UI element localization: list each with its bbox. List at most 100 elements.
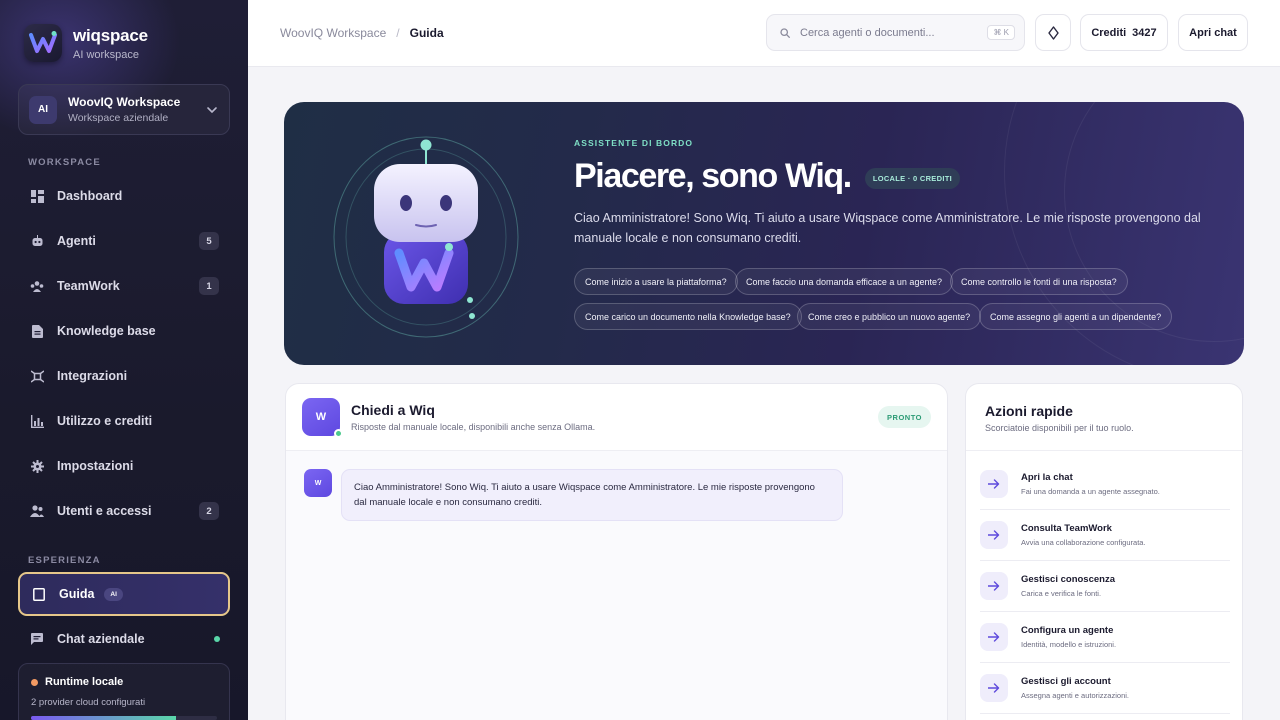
quick-actions-subtitle: Scorciatoie disponibili per il tuo ruolo… <box>985 423 1134 433</box>
sidebar-item-label: Utenti e accessi <box>57 504 152 518</box>
brand-logo <box>24 24 62 62</box>
credits-label: Crediti <box>1091 26 1127 39</box>
sidebar-item-label: Dashboard <box>57 189 123 203</box>
quick-action-manage-accounts[interactable]: Gestisci gli account Assegna agenti e aut… <box>980 663 1230 714</box>
sidebar-item-impostazioni[interactable]: Impostazioni <box>18 448 230 484</box>
quick-action-open-chat[interactable]: Apri la chat Fai una domanda a un agente … <box>980 459 1230 510</box>
credits-value: 3427 <box>1132 26 1157 39</box>
sidebar-item-label: Chat aziendale <box>57 632 145 646</box>
sidebar-item-dashboard[interactable]: Dashboard <box>18 178 230 214</box>
quick-action-configure-agent[interactable]: Configura un agente Identità, modello e i… <box>980 612 1230 663</box>
team-icon <box>30 279 44 293</box>
sidebar-item-label: Impostazioni <box>57 459 134 473</box>
sidebar-item-agenti[interactable]: Agenti 5 <box>18 223 230 259</box>
breadcrumb-separator: / <box>396 26 400 40</box>
integration-icon <box>30 369 44 383</box>
arrow-right-icon <box>980 623 1008 651</box>
quick-action-subtitle: Avvia una collaborazione configurata. <box>1021 538 1146 547</box>
search-placeholder: Cerca agenti o documenti... <box>800 26 935 39</box>
sidebar-item-label: Guida <box>59 587 95 601</box>
theme-toggle-button[interactable] <box>1035 14 1071 51</box>
avatar-letter: W <box>315 411 327 423</box>
brand-subtitle: AI workspace <box>73 48 140 61</box>
suggestion-chip[interactable]: Come creo e pubblico un nuovo agente? <box>797 303 982 330</box>
breadcrumb: WoovIQ Workspace / Guida <box>280 26 444 40</box>
runtime-progress-bar <box>31 716 217 720</box>
hero-title: Piacere, sono Wiq. <box>574 157 852 195</box>
search-input[interactable]: Cerca agenti o documenti... ⌘ K <box>766 14 1025 51</box>
book-icon <box>32 587 46 601</box>
sidebar-item-guida[interactable]: Guida AI <box>18 572 230 616</box>
section-label-esperienza: ESPERIENZA <box>28 555 101 566</box>
arrow-right-icon <box>980 470 1008 498</box>
assistant-message: Ciao Amministratore! Sono Wiq. Ti aiuto … <box>341 469 843 521</box>
wiq-avatar: W <box>302 398 343 438</box>
message-avatar: W <box>304 469 332 497</box>
robot-icon <box>30 234 44 248</box>
quick-action-subtitle: Identità, modello e istruzioni. <box>1021 640 1117 649</box>
sidebar-item-label: TeamWork <box>57 279 120 293</box>
document-icon <box>30 324 44 338</box>
brand[interactable]: wiqspace AI workspace <box>24 24 148 62</box>
breadcrumb-current: Guida <box>409 26 444 40</box>
workspace-type: Workspace aziendale <box>68 112 169 124</box>
gear-icon <box>30 459 44 473</box>
topbar: WoovIQ Workspace / Guida Cerca agenti o … <box>248 0 1280 67</box>
sidebar-item-teamwork[interactable]: TeamWork 1 <box>18 268 230 304</box>
status-badge: PRONTO <box>878 406 931 428</box>
runtime-title: Runtime locale <box>45 676 124 688</box>
hero-banner: ASSISTENTE DI BORDO Piacere, sono Wiq. L… <box>284 102 1244 365</box>
quick-action-title: Gestisci conoscenza <box>1021 574 1115 585</box>
chat-title: Chiedi a Wiq <box>351 402 435 418</box>
chevron-down-icon <box>207 106 217 113</box>
suggestion-chip[interactable]: Come controllo le fonti di una risposta? <box>950 268 1128 295</box>
sidebar-item-integrazioni[interactable]: Integrazioni <box>18 358 230 394</box>
quick-action-title: Gestisci gli account <box>1021 676 1111 687</box>
breadcrumb-workspace[interactable]: WoovIQ Workspace <box>280 26 386 40</box>
suggestion-chip[interactable]: Come inizio a usare la piattaforma? <box>574 268 738 295</box>
online-status-dot <box>214 636 220 642</box>
workspace-switcher[interactable]: AI WoovIQ Workspace Workspace aziendale <box>18 84 230 135</box>
workspace-avatar: AI <box>29 95 57 124</box>
chat-subtitle: Risposte dal manuale locale, disponibili… <box>351 422 596 432</box>
runtime-subtitle: 2 provider cloud configurati <box>31 697 146 708</box>
suggestion-chip[interactable]: Come faccio una domanda efficace a un ag… <box>735 268 953 295</box>
sidebar-item-knowledge-base[interactable]: Knowledge base <box>18 313 230 349</box>
credits-button[interactable]: Crediti 3427 <box>1080 14 1168 51</box>
arrow-right-icon <box>980 674 1008 702</box>
quick-actions-title: Azioni rapide <box>985 403 1073 419</box>
brand-name: wiqspace <box>73 25 148 45</box>
runtime-status-card: Runtime locale 2 provider cloud configur… <box>18 663 230 720</box>
sidebar-item-utilizzo-crediti[interactable]: Utilizzo e crediti <box>18 403 230 439</box>
sidebar-item-label: Knowledge base <box>57 324 156 338</box>
open-chat-button[interactable]: Apri chat <box>1178 14 1248 51</box>
online-status-dot <box>334 429 343 438</box>
workspace-name: WoovIQ Workspace <box>68 95 181 109</box>
chat-messages: W Ciao Amministratore! Sono Wiq. Ti aiut… <box>286 451 947 720</box>
quick-action-title: Consulta TeamWork <box>1021 523 1112 534</box>
ask-wiq-panel: W Chiedi a Wiq Risposte dal manuale loca… <box>285 383 948 720</box>
users-icon <box>30 504 44 518</box>
count-badge: 2 <box>199 502 219 520</box>
search-icon <box>780 27 790 38</box>
robot-mascot-icon <box>333 136 519 338</box>
sidebar-item-label: Integrazioni <box>57 369 128 383</box>
ai-badge: AI <box>104 587 123 601</box>
suggestion-chip[interactable]: Come carico un documento nella Knowledge… <box>574 303 802 330</box>
arrow-right-icon <box>980 572 1008 600</box>
runtime-progress-fill <box>31 716 177 720</box>
count-badge: 5 <box>199 232 219 250</box>
sidebar-item-chat-aziendale[interactable]: Chat aziendale <box>18 621 230 657</box>
quick-action-subtitle: Carica e verifica le fonti. <box>1021 589 1102 598</box>
suggestion-chip[interactable]: Come assegno gli agenti a un dipendente? <box>979 303 1173 330</box>
quick-action-knowledge[interactable]: Gestisci conoscenza Carica e verifica le … <box>980 561 1230 612</box>
hero-eyebrow: ASSISTENTE DI BORDO <box>574 138 694 148</box>
dashboard-icon <box>30 189 44 203</box>
sidebar-item-utenti-accessi[interactable]: Utenti e accessi 2 <box>18 493 230 529</box>
keyboard-shortcut: ⌘ K <box>987 25 1015 40</box>
section-label-workspace: WORKSPACE <box>28 157 101 168</box>
hero-badge: LOCALE · 0 CREDITI <box>864 168 960 189</box>
quick-actions-panel: Azioni rapide Scorciatoie disponibili pe… <box>965 383 1243 720</box>
arrow-right-icon <box>980 521 1008 549</box>
quick-action-teamwork[interactable]: Consulta TeamWork Avvia una collaborazion… <box>980 510 1230 561</box>
